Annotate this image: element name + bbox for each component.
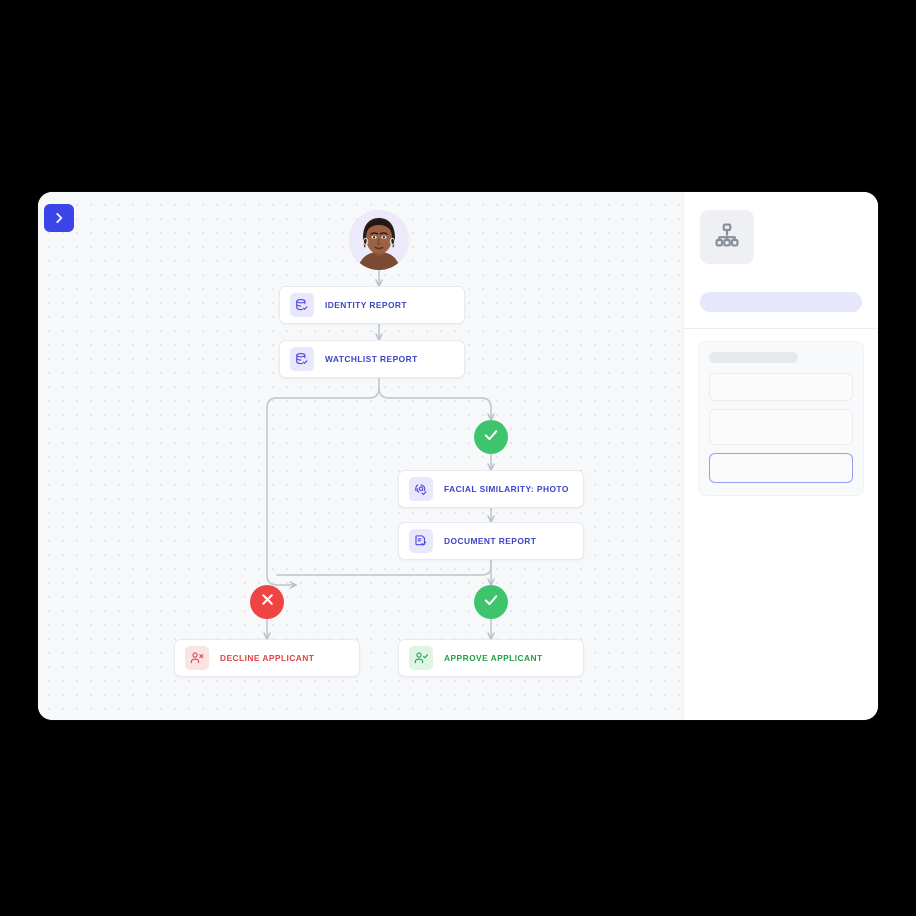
pass-badge-final[interactable] <box>474 585 508 619</box>
x-circle-icon <box>259 591 276 613</box>
applicant-avatar[interactable] <box>349 210 409 270</box>
flow-node-decline-applicant[interactable]: DECLINE APPLICANT <box>174 639 360 677</box>
flow-node-label: FACIAL SIMILARITY: PHOTO <box>444 484 569 494</box>
fail-badge-final[interactable] <box>250 585 284 619</box>
form-field-placeholder[interactable] <box>709 373 853 401</box>
form-field-focused[interactable] <box>709 453 853 483</box>
panel-header <box>684 192 878 329</box>
workflow-flowchart-canvas[interactable]: IDENTITY REPORT WATCHLIST REPORT FACIAL … <box>38 192 683 720</box>
chevron-right-icon <box>52 211 66 225</box>
flow-node-label: IDENTITY REPORT <box>325 300 407 310</box>
properties-panel <box>683 192 878 720</box>
check-circle-icon <box>482 591 500 614</box>
user-remove-icon <box>185 646 209 670</box>
panel-icon-tile[interactable] <box>700 210 754 264</box>
app-window: IDENTITY REPORT WATCHLIST REPORT FACIAL … <box>38 192 878 720</box>
panel-title-placeholder <box>700 292 862 312</box>
flow-node-label: DOCUMENT REPORT <box>444 536 537 546</box>
form-field-placeholder[interactable] <box>709 409 853 445</box>
flow-node-document-report[interactable]: DOCUMENT REPORT <box>398 522 584 560</box>
panel-form-card <box>698 341 864 496</box>
org-chart-icon <box>714 222 740 253</box>
form-label-placeholder <box>709 352 799 363</box>
flow-node-approve-applicant[interactable]: APPROVE APPLICANT <box>398 639 584 677</box>
pass-badge-watchlist[interactable] <box>474 420 508 454</box>
flow-node-label: APPROVE APPLICANT <box>444 653 543 663</box>
user-photo-avatar <box>349 210 409 270</box>
flow-connectors <box>38 269 683 720</box>
document-check-icon <box>409 529 433 553</box>
flow-node-label: WATCHLIST REPORT <box>325 354 418 364</box>
database-check-icon <box>290 347 314 371</box>
expand-sidebar-button[interactable] <box>44 204 74 232</box>
check-circle-icon <box>482 426 500 449</box>
flow-node-facial-similarity[interactable]: FACIAL SIMILARITY: PHOTO <box>398 470 584 508</box>
face-scan-icon <box>409 477 433 501</box>
database-check-icon <box>290 293 314 317</box>
flow-node-watchlist-report[interactable]: WATCHLIST REPORT <box>279 340 465 378</box>
user-check-icon <box>409 646 433 670</box>
panel-body <box>684 329 878 508</box>
flow-node-label: DECLINE APPLICANT <box>220 653 315 663</box>
flow-node-identity-report[interactable]: IDENTITY REPORT <box>279 286 465 324</box>
